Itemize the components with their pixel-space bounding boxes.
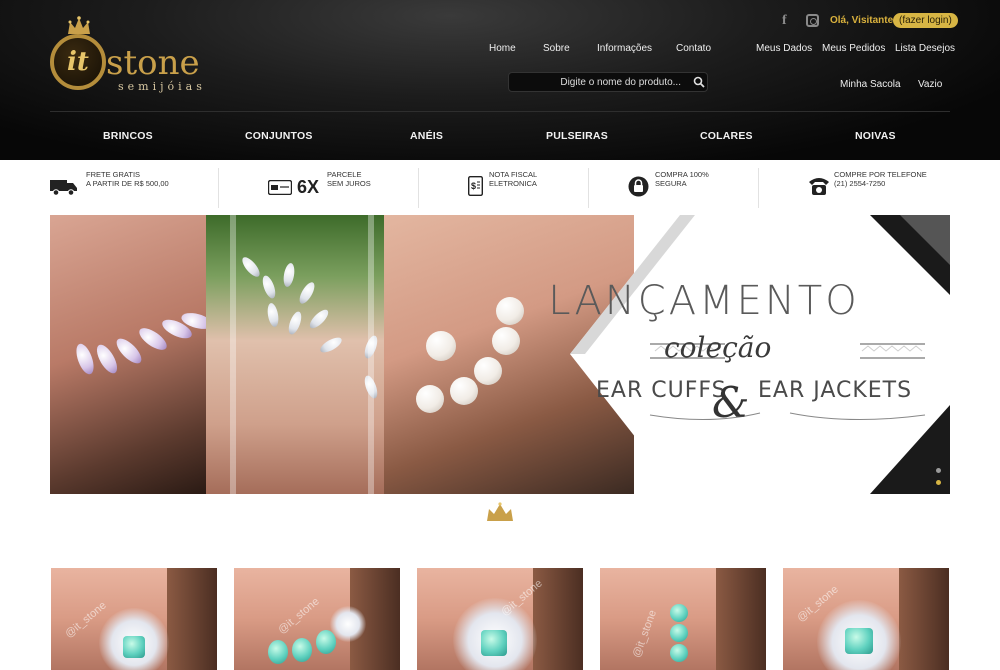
- slider-dot-2-active[interactable]: [936, 480, 941, 485]
- installments-big: 6X: [297, 177, 320, 197]
- user-greeting: Olá, Visitante: [830, 15, 894, 26]
- category-colares[interactable]: COLARES: [700, 130, 753, 142]
- product-gem: [845, 628, 873, 654]
- banner-light-streak: [230, 215, 236, 494]
- feature-divider: [218, 168, 219, 208]
- cart-status: Vazio: [918, 79, 943, 90]
- feature-divider: [588, 168, 589, 208]
- feature-nota-fiscal: NOTA FISCAL ELETRONICA: [489, 170, 538, 188]
- product-card[interactable]: @it_stone: [417, 568, 583, 670]
- nav-lista-desejos[interactable]: Lista Desejos: [895, 43, 955, 54]
- logo[interactable]: it stone semijóias: [50, 14, 215, 98]
- feature-parcele: PARCELE SEM JUROS: [327, 170, 371, 188]
- product-card[interactable]: @it_stone: [234, 568, 400, 670]
- facebook-icon[interactable]: f: [782, 14, 794, 28]
- feature-divider: [758, 168, 759, 208]
- product-gem: [481, 630, 507, 656]
- category-pulseiras[interactable]: PULSEIRAS: [546, 130, 608, 142]
- product-card[interactable]: @it_stone: [600, 568, 766, 670]
- product-card[interactable]: @it_stone: [51, 568, 217, 670]
- phone-icon: [809, 178, 829, 195]
- product-gem: [292, 638, 312, 662]
- nav-meus-pedidos[interactable]: Meus Pedidos: [822, 43, 885, 54]
- slider-dot-1[interactable]: [936, 468, 941, 473]
- banner-title: LANÇAMENTO: [548, 278, 860, 324]
- feature-telefone: COMPRE POR TELEFONE (21) 2554-7250: [834, 170, 927, 188]
- category-aneis[interactable]: ANÉIS: [410, 130, 443, 142]
- svg-text:$: $: [471, 181, 476, 191]
- banner-line-right: EAR JACKETS: [758, 378, 913, 403]
- nav-informacoes[interactable]: Informações: [597, 43, 652, 54]
- features-bar: FRETE GRATIS A PARTIR DE R$ 500,00 6X PA…: [0, 160, 1000, 214]
- instagram-icon[interactable]: [806, 14, 819, 27]
- truck-icon: [50, 180, 77, 196]
- header-divider: [50, 111, 950, 112]
- banner-photo-ear-cuff: [50, 215, 215, 494]
- cart-link[interactable]: Minha Sacola: [840, 79, 901, 90]
- product-card[interactable]: @it_stone: [783, 568, 949, 670]
- product-gem: [670, 644, 688, 662]
- logo-mark: it: [50, 34, 106, 90]
- login-button[interactable]: (fazer login): [893, 13, 958, 28]
- nav-home[interactable]: Home: [489, 43, 516, 54]
- nav-sobre[interactable]: Sobre: [543, 43, 570, 54]
- hero-banner[interactable]: [50, 215, 950, 494]
- feature-frete: FRETE GRATIS A PARTIR DE R$ 500,00: [86, 170, 169, 188]
- banner-subtitle: coleção: [664, 331, 772, 364]
- nav-contato[interactable]: Contato: [676, 43, 711, 54]
- search-box: [508, 72, 708, 92]
- crown-icon: [68, 16, 90, 34]
- category-conjuntos[interactable]: CONJUNTOS: [245, 130, 313, 142]
- product-gem: [670, 624, 688, 642]
- nav-meus-dados[interactable]: Meus Dados: [756, 43, 812, 54]
- product-gem: [670, 604, 688, 622]
- banner-ampersand: &: [712, 378, 750, 427]
- lock-icon: [628, 176, 649, 197]
- credit-card-icon: [268, 180, 292, 195]
- feature-compra-segura: COMPRA 100% SEGURA: [655, 170, 709, 188]
- banner-light-streak: [368, 215, 374, 494]
- logo-tagline: semijóias: [118, 80, 206, 93]
- search-icon[interactable]: [693, 76, 705, 88]
- search-input[interactable]: [509, 73, 689, 91]
- category-noivas[interactable]: NOIVAS: [855, 130, 896, 142]
- feature-divider: [418, 168, 419, 208]
- crown-divider: [405, 502, 595, 521]
- category-brincos[interactable]: BRINCOS: [103, 130, 153, 142]
- site-header: it stone semijóias f Olá, Visitante (faz…: [0, 0, 1000, 160]
- logo-wordmark: stone: [106, 43, 200, 83]
- invoice-icon: $: [468, 176, 483, 196]
- product-gem: [123, 636, 145, 658]
- product-gem: [268, 640, 288, 664]
